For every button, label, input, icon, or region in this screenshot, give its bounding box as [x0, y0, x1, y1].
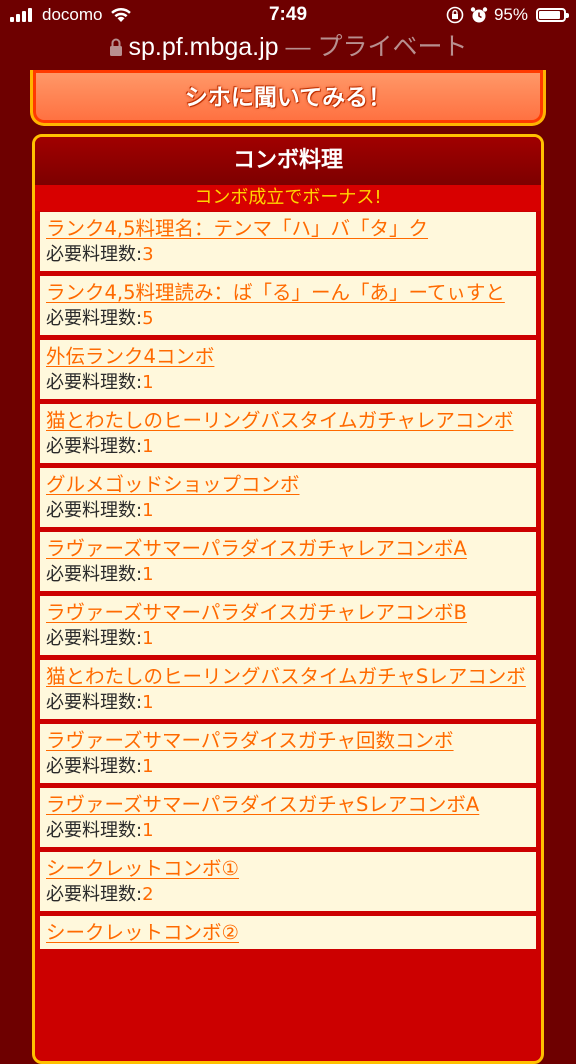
combo-name-link[interactable]: 猫とわたしのヒーリングバスタイムガチャSレアコンボ: [46, 664, 530, 690]
url-private-label: — プライベート: [278, 33, 468, 61]
required-count-label: 必要料理数:: [46, 372, 143, 393]
required-count-value: 1: [142, 372, 154, 393]
combo-list: ランク4,5料理名：テンマ「ハ」バ「タ」ク 必要料理数:3 ランク4,5料理読み：ば…: [35, 212, 541, 949]
battery-percent: 95%: [493, 5, 528, 24]
required-count-label: 必要料理数:: [46, 756, 143, 777]
url-domain: sp.pf.mbga.jp: [128, 33, 279, 61]
required-count-label: 必要料理数:: [46, 884, 143, 905]
required-count: 必要料理数:3: [46, 242, 530, 268]
combo-name-link[interactable]: ラヴァーズサマーパラダイスガチャ回数コンボ: [46, 728, 530, 754]
list-item: 外伝ランク4コンボ 必要料理数:1: [40, 340, 536, 399]
required-count-value: 1: [142, 820, 154, 841]
required-count-value: 3: [142, 244, 154, 265]
lock-icon: [109, 38, 122, 56]
combo-name-link[interactable]: シークレットコンボ①: [46, 856, 530, 882]
required-count: 必要料理数:1: [46, 562, 530, 588]
alarm-icon: [470, 7, 488, 23]
required-count-label: 必要料理数:: [46, 244, 143, 265]
required-count: 必要料理数:5: [46, 306, 530, 332]
required-count: 必要料理数:1: [46, 754, 530, 780]
required-count-value: 1: [142, 564, 154, 585]
required-count-label: 必要料理数:: [46, 308, 143, 329]
required-count: 必要料理数:1: [46, 434, 530, 460]
required-count: 必要料理数:1: [46, 818, 530, 844]
required-count-value: 1: [142, 436, 154, 457]
required-count: 必要料理数:1: [46, 690, 530, 716]
combo-name-link[interactable]: 猫とわたしのヒーリングバスタイムガチャレアコンボ: [46, 408, 530, 434]
required-count-label: 必要料理数:: [46, 436, 143, 457]
list-item: グルメゴッドショップコンボ 必要料理数:1: [40, 468, 536, 527]
required-count-value: 5: [142, 308, 154, 329]
combo-name-link[interactable]: シークレットコンボ②: [46, 920, 530, 946]
list-item: ラヴァーズサマーパラダイスガチャレアコンボB 必要料理数:1: [40, 596, 536, 655]
required-count-value: 2: [142, 884, 154, 905]
url-bar[interactable]: sp.pf.mbga.jp — プライベート: [0, 30, 576, 70]
ask-shiho-button[interactable]: シホに聞いてみる！: [30, 70, 546, 126]
required-count-label: 必要料理数:: [46, 500, 143, 521]
battery-icon: [536, 8, 569, 22]
required-count: 必要料理数:1: [46, 370, 530, 396]
required-count-label: 必要料理数:: [46, 564, 143, 585]
required-count-value: 1: [142, 756, 154, 777]
list-item: シークレットコンボ②: [40, 916, 536, 949]
panel-title: コンボ料理: [35, 137, 541, 185]
panel-subtitle: コンボ成立でボーナス!: [35, 185, 541, 211]
list-item: ランク4,5料理読み：ば「る」ーん「あ」ーてぃすと 必要料理数:5: [40, 276, 536, 335]
list-item: ランク4,5料理名：テンマ「ハ」バ「タ」ク 必要料理数:3: [40, 212, 536, 271]
required-count: 必要料理数:2: [46, 882, 530, 908]
required-count-value: 1: [142, 500, 154, 521]
combo-name-link[interactable]: ラヴァーズサマーパラダイスガチャレアコンボA: [46, 536, 530, 562]
list-item: ラヴァーズサマーパラダイスガチャ回数コンボ 必要料理数:1: [40, 724, 536, 783]
combo-name-link[interactable]: 外伝ランク4コンボ: [46, 344, 530, 370]
required-count-value: 1: [142, 692, 154, 713]
list-item: ラヴァーズサマーパラダイスガチャレアコンボA 必要料理数:1: [40, 532, 536, 591]
required-count-value: 1: [142, 628, 154, 649]
required-count: 必要料理数:1: [46, 626, 530, 652]
status-right: 95%: [446, 5, 569, 25]
orientation-lock-icon: [446, 6, 464, 24]
combo-name-link[interactable]: ラヴァーズサマーパラダイスガチャSレアコンボA: [46, 792, 530, 818]
status-bar: docomo 7:49 95%: [0, 0, 576, 30]
list-item: シークレットコンボ① 必要料理数:2: [40, 852, 536, 911]
list-item: 猫とわたしのヒーリングバスタイムガチャSレアコンボ 必要料理数:1: [40, 660, 536, 719]
required-count-label: 必要料理数:: [46, 820, 143, 841]
list-item: 猫とわたしのヒーリングバスタイムガチャレアコンボ 必要料理数:1: [40, 404, 536, 463]
required-count-label: 必要料理数:: [46, 692, 143, 713]
battery-fill: [539, 11, 560, 19]
combo-name-link[interactable]: グルメゴッドショップコンボ: [46, 472, 530, 498]
combo-name-link[interactable]: ラヴァーズサマーパラダイスガチャレアコンボB: [46, 600, 530, 626]
combo-panel: コンボ料理 コンボ成立でボーナス! ランク4,5料理名：テンマ「ハ」バ「タ」ク必…: [32, 134, 544, 1064]
required-count: 必要料理数:1: [46, 498, 530, 524]
list-item: ラヴァーズサマーパラダイスガチャSレアコンボA 必要料理数:1: [40, 788, 536, 847]
combo-name-link[interactable]: ランク4,5料理読み：ば「る」ーん「あ」ーてぃすと: [46, 280, 530, 306]
required-count-label: 必要料理数:: [46, 628, 143, 649]
combo-name-link[interactable]: ランク4,5料理名：テンマ「ハ」バ「タ」ク: [46, 216, 530, 242]
